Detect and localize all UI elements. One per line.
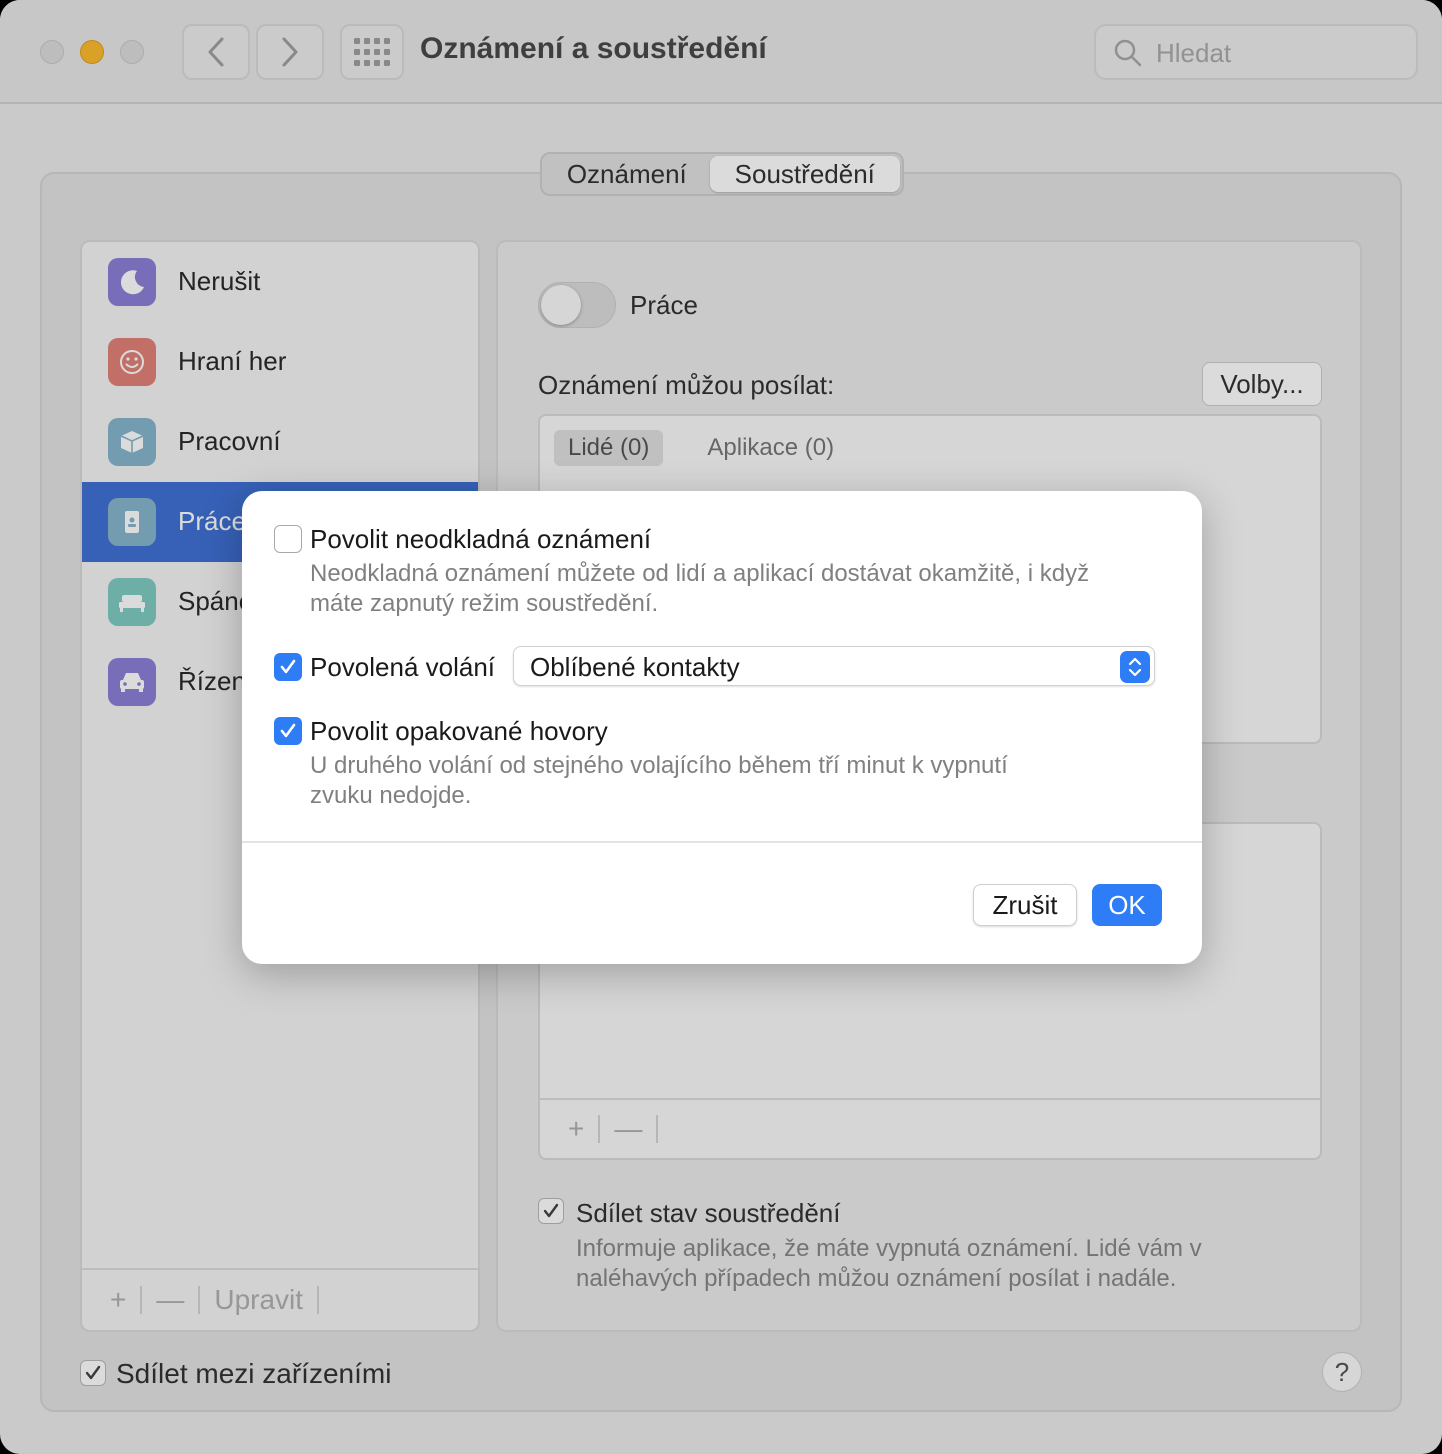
allowed-calls-value: Oblíbené kontakty [530, 652, 740, 682]
repeated-calls-label: Povolit opakované hovory [310, 716, 608, 746]
popup-stepper-icon [1120, 651, 1150, 683]
sheet-divider [242, 841, 1202, 843]
ok-button[interactable]: OK [1092, 884, 1162, 926]
allowed-calls-checkbox[interactable] [274, 653, 302, 681]
checkmark-icon [280, 659, 296, 674]
options-sheet: Povolit neodkladná oznámení Neodkladná o… [242, 491, 1202, 964]
checkmark-icon [280, 723, 296, 738]
allowed-calls-popup[interactable]: Oblíbené kontakty [513, 646, 1155, 686]
time-sensitive-desc-line2: máte zapnutý režim soustředění. [310, 590, 659, 617]
repeated-calls-checkbox[interactable] [274, 717, 302, 745]
repeated-calls-desc-line2: zvuku nedojde. [310, 782, 472, 809]
repeated-calls-desc-line1: U druhého volání od stejného volajícího … [310, 752, 1008, 779]
settings-window: Oznámení a soustředění Oznámení Soustřed… [0, 0, 1442, 1454]
time-sensitive-desc-line1: Neodkladná oznámení můžete od lidí a apl… [310, 560, 1090, 587]
time-sensitive-label: Povolit neodkladná oznámení [310, 524, 652, 554]
time-sensitive-checkbox[interactable] [274, 525, 302, 553]
cancel-button[interactable]: Zrušit [973, 884, 1077, 926]
allowed-calls-label: Povolená volání [310, 652, 496, 682]
